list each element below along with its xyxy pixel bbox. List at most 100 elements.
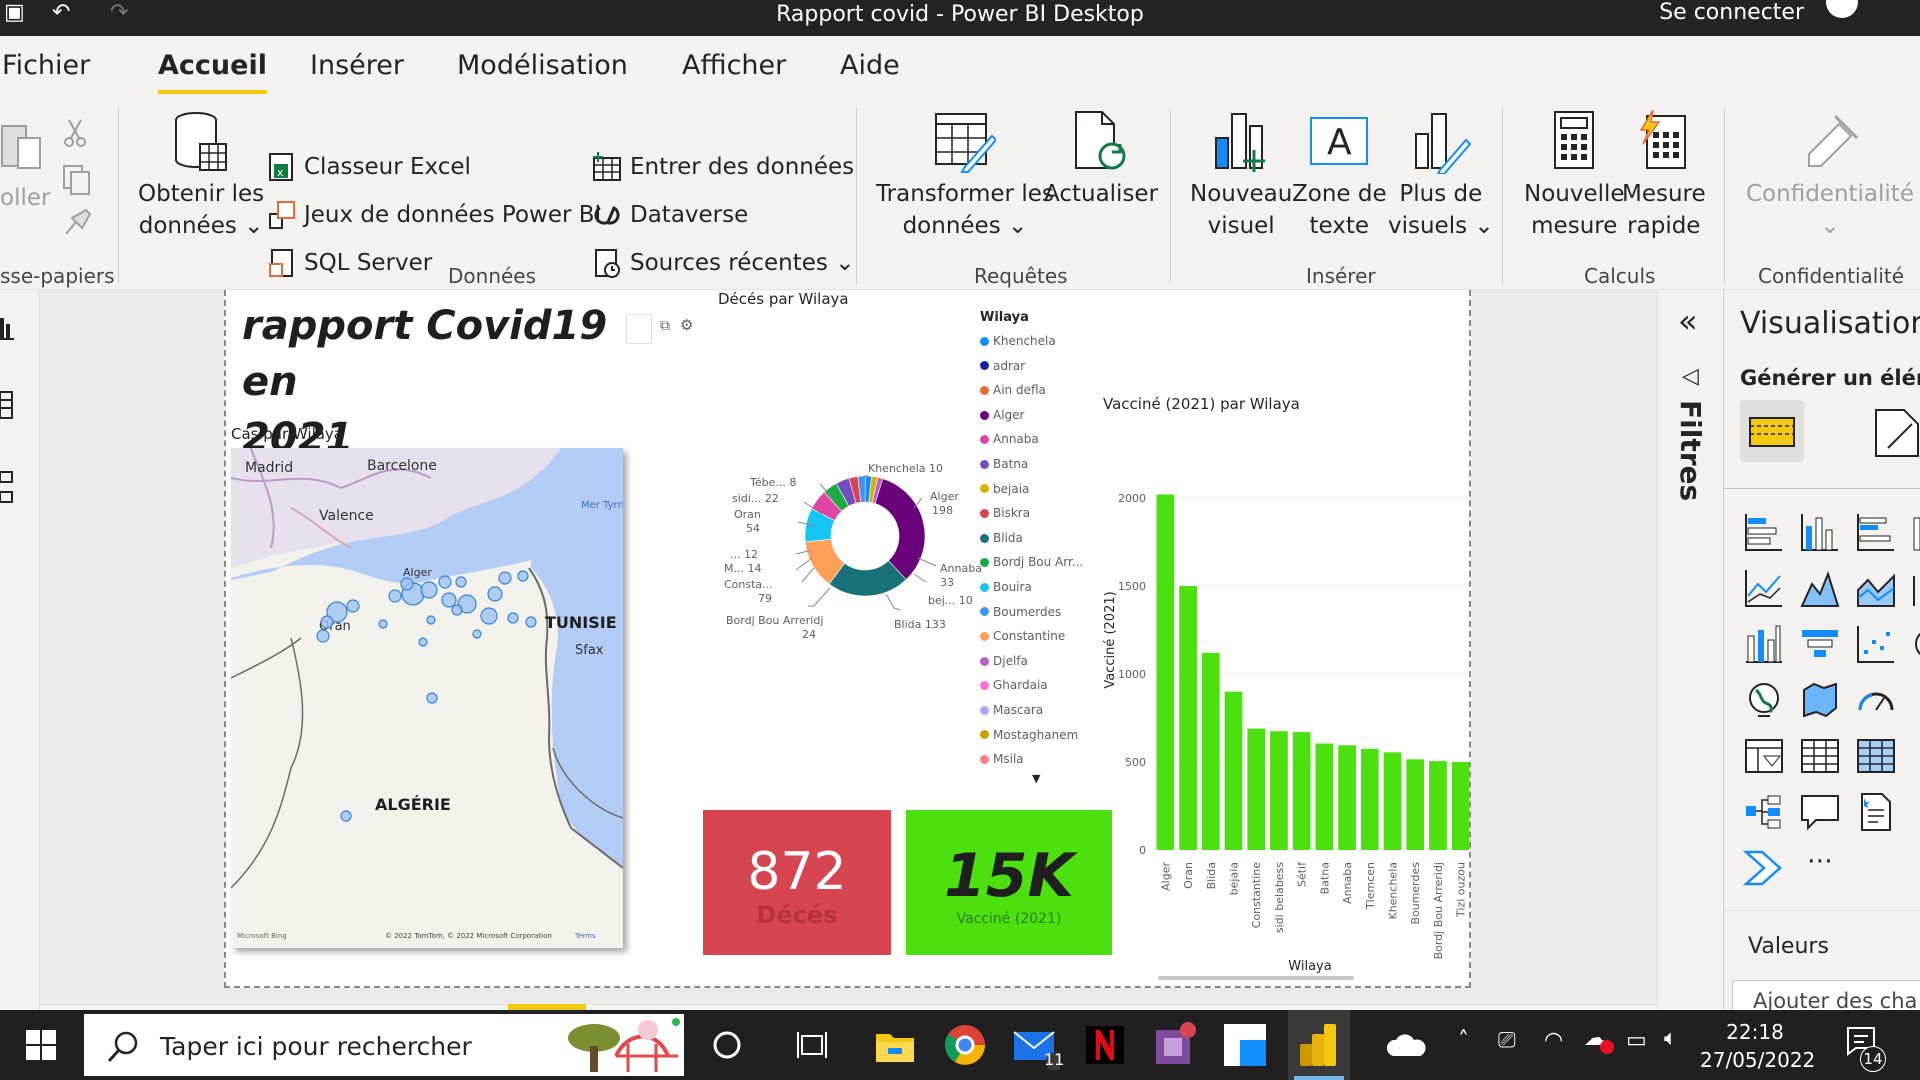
map-visual[interactable]: Madrid Barcelone Valence Mer Tyrrl Alger… xyxy=(231,448,623,948)
bar[interactable] xyxy=(1315,743,1334,850)
more-visuals-button[interactable]: Plus de visuels ⌄ xyxy=(1388,110,1494,242)
slicer-icon[interactable] xyxy=(1742,734,1786,778)
bar[interactable] xyxy=(1179,586,1197,850)
settings-icon[interactable]: ⚙ xyxy=(680,316,693,334)
quick-measure-button[interactable]: Mesure rapide xyxy=(1622,110,1706,242)
bar[interactable] xyxy=(1201,652,1220,850)
bar[interactable] xyxy=(1292,732,1311,850)
chevron-up-icon[interactable]: ˄ xyxy=(1458,1028,1469,1053)
area-chart-icon[interactable] xyxy=(1798,566,1842,610)
legend-item[interactable]: Ain defla xyxy=(980,378,1090,403)
funnel-icon[interactable] xyxy=(1798,622,1842,666)
chrome-icon[interactable] xyxy=(940,1020,990,1070)
tab-aide[interactable]: Aide xyxy=(840,50,900,81)
tab-fichier[interactable]: Fichier xyxy=(2,50,90,81)
legend-item[interactable]: Mostaghanem xyxy=(980,723,1090,748)
donut-slices[interactable] xyxy=(804,475,926,597)
text-box-button[interactable]: A Zone de texte xyxy=(1292,110,1387,242)
meet-now-icon[interactable]: ⎚ xyxy=(1498,1028,1516,1053)
legend-item[interactable]: adrar xyxy=(980,354,1090,379)
wifi-icon[interactable]: ◠ xyxy=(1544,1028,1563,1053)
transform-data-button[interactable]: Transformer les données ⌄ xyxy=(876,110,1054,242)
cut-icon[interactable] xyxy=(62,118,88,148)
sensitivity-button[interactable]: Confidentialité ⌄ xyxy=(1746,110,1914,242)
bar-scrollbar[interactable] xyxy=(1158,976,1354,980)
tab-modelisation[interactable]: Modélisation xyxy=(457,50,628,81)
report-view-icon[interactable] xyxy=(0,312,16,342)
recent-sources-button[interactable]: Sources récentes ⌄ xyxy=(592,248,855,278)
line-chart-icon[interactable] xyxy=(1742,566,1786,610)
ribbon-chart-icon[interactable] xyxy=(1742,622,1786,666)
legend-item[interactable]: bejaia xyxy=(980,477,1090,502)
more-visuals-ellipsis-icon[interactable]: ⋯ xyxy=(1798,846,1842,890)
power-bi-datasets-button[interactable]: Jeux de données Power BI xyxy=(268,200,601,230)
tab-accueil[interactable]: Accueil xyxy=(158,50,267,94)
cortana-icon[interactable] xyxy=(712,1030,742,1060)
legend-scroll-down-icon[interactable]: ▼ xyxy=(1032,772,1040,785)
task-view-icon[interactable] xyxy=(796,1030,828,1060)
onedrive-icon[interactable] xyxy=(1386,1030,1426,1060)
power-automate-icon[interactable] xyxy=(1742,846,1786,890)
qa-visual-icon[interactable] xyxy=(1798,790,1842,834)
stacked-area-icon[interactable] xyxy=(1854,566,1898,610)
legend-item[interactable]: Ghardaia xyxy=(980,673,1090,698)
bar-series[interactable] xyxy=(1156,494,1470,850)
donut-chart[interactable]: Khenchela 10 Alger 198 Annaba 33 bej... … xyxy=(718,458,988,648)
tab-inserer[interactable]: Insérer xyxy=(310,50,404,81)
build-visual-tab[interactable] xyxy=(1740,400,1804,462)
legend-item[interactable]: Annaba xyxy=(980,427,1090,452)
filled-map-icon[interactable] xyxy=(1798,678,1842,722)
tab-afficher[interactable]: Afficher xyxy=(682,50,786,81)
refresh-button[interactable]: Actualiser xyxy=(1044,110,1158,210)
enter-data-button[interactable]: Entrer des données xyxy=(592,152,854,182)
legend-item[interactable]: Msila xyxy=(980,747,1090,772)
filters-pane[interactable]: « ◁ Filtres xyxy=(1657,290,1723,1010)
new-visual-button[interactable]: Nouveau visuel xyxy=(1190,110,1292,242)
bar[interactable] xyxy=(1247,728,1266,850)
data-view-icon[interactable] xyxy=(0,390,16,420)
bar[interactable] xyxy=(1224,691,1243,850)
dataverse-button[interactable]: Dataverse xyxy=(592,200,748,230)
paste-button[interactable]: oller xyxy=(0,182,50,214)
stacked-bar-icon[interactable] xyxy=(1742,510,1786,554)
format-visual-icon[interactable] xyxy=(1874,408,1920,460)
focus-mode-icon[interactable]: ⧉ xyxy=(660,318,670,334)
legend-item[interactable]: Mascara xyxy=(980,698,1090,723)
bar[interactable] xyxy=(1270,731,1288,850)
gauge-icon[interactable] xyxy=(1854,678,1898,722)
clustered-column-icon[interactable] xyxy=(1910,510,1920,554)
bar[interactable] xyxy=(1451,762,1470,850)
bar[interactable] xyxy=(1338,745,1356,850)
legend-item[interactable]: Alger xyxy=(980,403,1090,428)
pie-icon[interactable] xyxy=(1910,622,1920,666)
model-view-icon[interactable] xyxy=(0,470,16,506)
donut-slice[interactable] xyxy=(874,478,926,581)
filters-label[interactable]: Filtres xyxy=(1674,400,1707,501)
collapse-pane-icon[interactable]: « xyxy=(1678,302,1698,340)
bar-chart[interactable]: 0 500 1000 1500 2000 Alger Oran Blida bejaia Con… xyxy=(1100,440,1472,980)
sql-server-button[interactable]: SQL Server xyxy=(268,248,432,278)
card-deaths[interactable]: 872 Décés xyxy=(703,810,891,955)
taskbar-search-box[interactable]: Taper ici pour rechercher xyxy=(84,1014,684,1076)
bar[interactable] xyxy=(1360,748,1379,850)
bar[interactable] xyxy=(1156,494,1175,850)
legend-item[interactable]: Bouira xyxy=(980,575,1090,600)
bar[interactable] xyxy=(1429,761,1447,850)
legend-item[interactable]: Blida xyxy=(980,526,1090,551)
get-data-button[interactable]: Obtenir les données ⌄ xyxy=(138,110,264,242)
globe-map-icon[interactable] xyxy=(1742,678,1786,722)
scatter-icon[interactable] xyxy=(1854,622,1898,666)
table-icon[interactable] xyxy=(1798,734,1842,778)
stacked-column-icon[interactable] xyxy=(1798,510,1842,554)
legend-item[interactable]: Batna xyxy=(980,452,1090,477)
netflix-icon[interactable] xyxy=(1080,1020,1130,1070)
power-bi-icon[interactable] xyxy=(1294,1020,1344,1070)
map-terms-link[interactable]: Terms xyxy=(574,932,596,940)
legend-item[interactable]: Boumerdes xyxy=(980,600,1090,625)
paste-icon[interactable] xyxy=(0,114,48,184)
card-vaccinated[interactable]: 15K Vacciné (2021) xyxy=(906,810,1112,955)
new-measure-button[interactable]: Nouvelle mesure xyxy=(1524,110,1625,242)
sign-in-link[interactable]: Se connecter xyxy=(1659,0,1804,25)
windows-start-icon[interactable] xyxy=(26,1030,56,1060)
legend-item[interactable]: Djelfa xyxy=(980,649,1090,674)
